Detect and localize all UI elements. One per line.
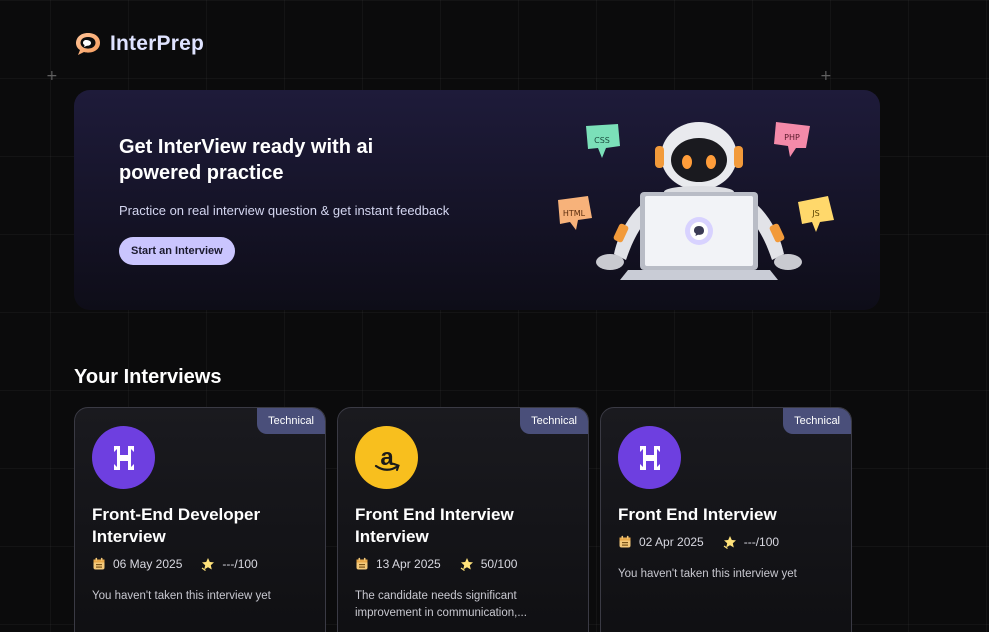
navbar: InterPrep [74, 30, 204, 58]
svg-text:PHP: PHP [784, 133, 800, 142]
interview-type-badge: Technical [783, 408, 851, 434]
interview-title: Front End Interview [618, 505, 777, 524]
start-interview-button[interactable]: Start an Interview [119, 237, 235, 265]
interview-type-badge: Technical [257, 408, 325, 434]
calendar-icon [356, 557, 368, 570]
hackerrank-logo-icon [618, 426, 681, 489]
interview-title: Front-End Developer Interview [92, 505, 261, 546]
sparkle-icon: + [46, 68, 58, 84]
calendar-icon [619, 535, 631, 548]
js-tag-icon: JS [798, 196, 834, 232]
interview-card[interactable]: Technical Front End Interview 02 Apr 202… [600, 407, 852, 632]
interview-score: 50/100 [480, 557, 518, 571]
interview-type-badge: Technical [520, 408, 588, 434]
robot-illustration: CSS PHP HTML JS [558, 122, 834, 280]
svg-text:JS: JS [811, 209, 819, 218]
interview-title: Front End Interview Interview [355, 505, 514, 546]
interview-card[interactable]: Technical a Front End Interview Intervie… [337, 407, 589, 632]
svg-text:CSS: CSS [594, 136, 610, 145]
hero-banner: Get InterView ready with ai powered prac… [74, 90, 880, 310]
hero-title: Get InterView ready with ai powered prac… [119, 136, 374, 184]
css-tag-icon: CSS [586, 124, 620, 158]
interview-meta: 02 Apr 2025 ---/100 [618, 535, 779, 549]
interviews-section-title: Your Interviews [74, 366, 222, 388]
brand-name[interactable]: InterPrep [110, 32, 204, 56]
php-tag-icon: PHP [774, 122, 810, 157]
star-score-icon [723, 536, 736, 549]
svg-text:HTML: HTML [563, 209, 586, 218]
interview-meta: 13 Apr 2025 50/100 [355, 557, 517, 571]
amazon-logo-icon: a [355, 426, 418, 489]
hackerrank-logo-icon [92, 426, 155, 489]
interview-date: 02 Apr 2025 [639, 535, 704, 549]
svg-text:a: a [380, 444, 394, 471]
star-score-icon [202, 558, 215, 571]
html-tag-icon: HTML [558, 196, 592, 230]
hero-subtitle: Practice on real interview question & ge… [119, 203, 450, 218]
interview-meta: 06 May 2025 ---/100 [92, 557, 258, 571]
logo-icon [76, 33, 100, 55]
interview-score: ---/100 [743, 535, 780, 549]
calendar-icon [93, 557, 105, 570]
star-score-icon [460, 558, 473, 571]
interview-date: 06 May 2025 [113, 557, 183, 571]
interview-score: ---/100 [222, 557, 258, 571]
interview-description: You haven't taken this interview yet [92, 590, 271, 602]
interview-description: You haven't taken this interview yet [618, 568, 797, 580]
interview-date: 13 Apr 2025 [376, 557, 441, 571]
sparkle-icon: + [820, 68, 832, 84]
interview-card[interactable]: Technical Front-End Developer Interview … [74, 407, 326, 632]
interview-description: The candidate needs significant improvem… [355, 590, 527, 619]
